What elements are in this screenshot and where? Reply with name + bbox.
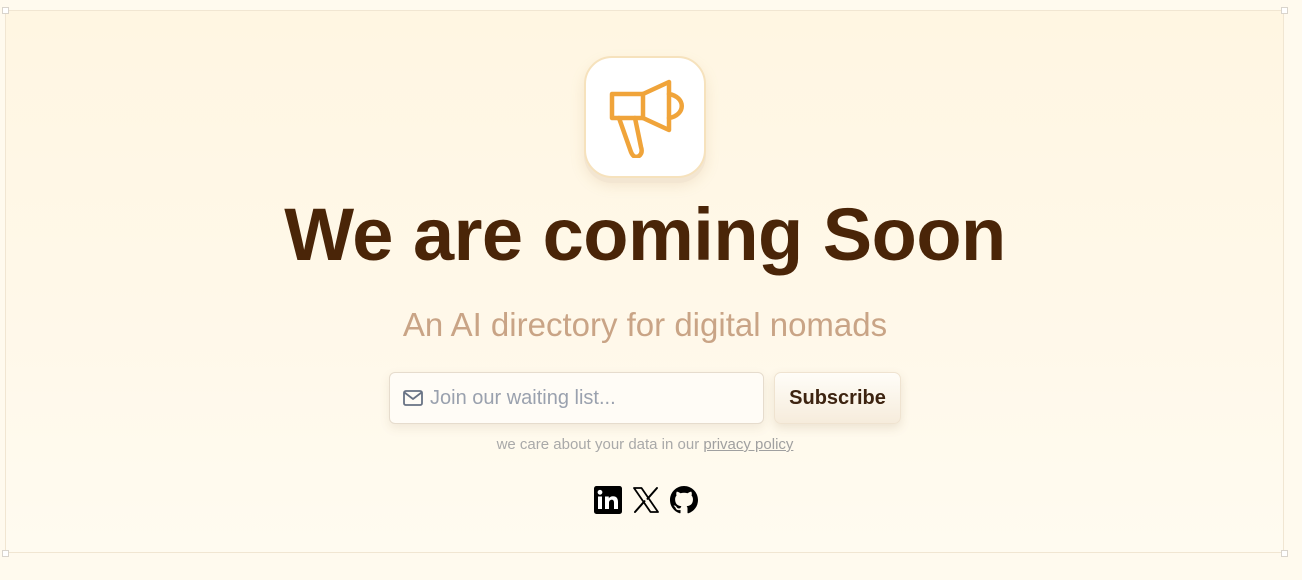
github-icon[interactable] xyxy=(670,486,698,514)
resize-handle-top-left[interactable] xyxy=(2,7,9,14)
logo-tile xyxy=(584,56,706,178)
social-links xyxy=(594,486,698,514)
privacy-note: we care about your data in our privacy p… xyxy=(0,436,1290,453)
subscribe-button[interactable]: Subscribe xyxy=(774,372,901,424)
linkedin-icon[interactable] xyxy=(594,486,622,514)
email-input[interactable] xyxy=(430,373,750,423)
page-title: We are coming Soon xyxy=(284,193,1006,276)
resize-handle-bottom-left[interactable] xyxy=(2,550,9,557)
email-field-container[interactable] xyxy=(389,372,764,424)
x-icon[interactable] xyxy=(632,486,660,514)
privacy-policy-link[interactable]: privacy policy xyxy=(703,436,793,453)
privacy-text: we care about your data in our xyxy=(496,436,700,453)
page-subtitle: An AI directory for digital nomads xyxy=(402,306,888,343)
resize-handle-bottom-right[interactable] xyxy=(1281,550,1288,557)
resize-handle-top-right[interactable] xyxy=(1281,7,1288,14)
